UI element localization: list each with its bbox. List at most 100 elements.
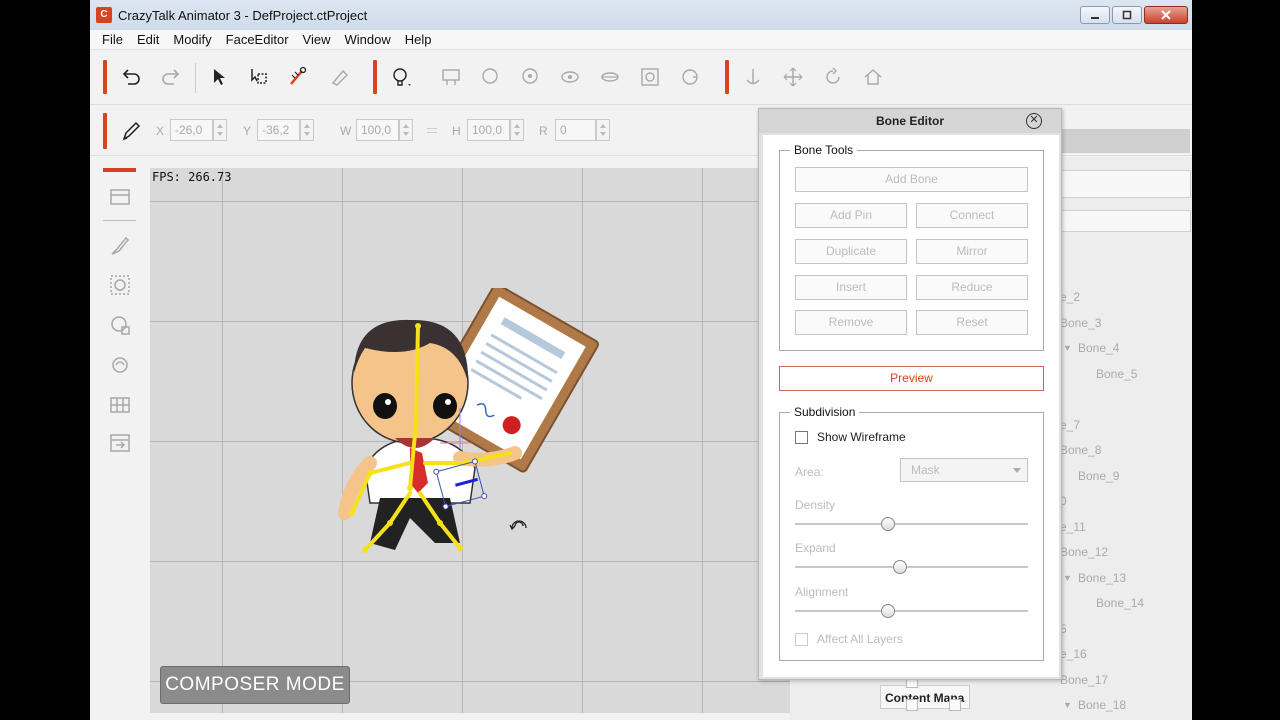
character-illustration[interactable] (310, 288, 610, 568)
brush-icon[interactable] (108, 234, 132, 258)
move-icon[interactable] (780, 64, 806, 90)
undo-icon[interactable] (118, 64, 144, 90)
r-spinner[interactable] (596, 119, 610, 141)
bone-tree-item[interactable]: Bone_8 (1060, 443, 1101, 457)
fps-counter: FPS: 266.73 (152, 170, 232, 184)
left-tool-rail (90, 157, 150, 720)
duplicate-button[interactable]: Duplicate (795, 239, 907, 264)
head-icon[interactable] (477, 64, 503, 90)
pen-icon[interactable] (118, 118, 144, 144)
transform-tool-icon[interactable] (246, 64, 272, 90)
w-field[interactable]: 100,0 (356, 119, 399, 141)
mouth-icon[interactable] (597, 64, 623, 90)
alignment-slider[interactable] (795, 610, 1028, 612)
tree-expand-icon[interactable]: ▼ (1063, 573, 1072, 583)
menu-face-editor[interactable]: FaceEditor (226, 32, 289, 47)
rotate-head-icon[interactable] (677, 64, 703, 90)
link-icon[interactable] (427, 128, 437, 133)
motion-icon[interactable] (108, 353, 132, 377)
face-key-icon[interactable] (108, 313, 132, 337)
bone-tree-item[interactable]: Bone_4 (1078, 341, 1119, 355)
app-window: C CrazyTalk Animator 3 - DefProject.ctPr… (90, 0, 1192, 720)
tree-expand-icon[interactable]: ▼ (1063, 700, 1072, 710)
bone-tree-item[interactable]: e_16 (1060, 647, 1087, 661)
close-icon[interactable]: ✕ (1026, 113, 1042, 129)
reset-button[interactable]: Reset (916, 310, 1028, 335)
select-arrow-icon[interactable] (207, 64, 233, 90)
connect-button[interactable]: Connect (916, 203, 1028, 228)
rail-divider (103, 220, 136, 221)
expand-slider-thumb[interactable] (892, 560, 907, 574)
add-pin-button[interactable]: Add Pin (795, 203, 907, 228)
grid-icon[interactable] (108, 393, 132, 417)
menu-modify[interactable]: Modify (173, 32, 211, 47)
menu-edit[interactable]: Edit (137, 32, 159, 47)
alignment-slider-thumb[interactable] (881, 604, 896, 618)
bone-tree-item[interactable]: Bone_18 (1078, 698, 1126, 712)
bone-tree-item[interactable]: Bone_3 (1060, 316, 1101, 330)
affect-all-layers-checkbox[interactable] (795, 633, 808, 646)
menu-window[interactable]: Window (344, 32, 390, 47)
r-field[interactable]: 0 (555, 119, 596, 141)
show-wireframe-checkbox[interactable] (795, 431, 808, 444)
remove-button[interactable]: Remove (795, 310, 907, 335)
bone-tree-item[interactable]: Bone_9 (1078, 469, 1119, 483)
menu-help[interactable]: Help (405, 32, 432, 47)
app-logo-icon: C (96, 7, 112, 23)
y-spinner[interactable] (300, 119, 314, 141)
y-field[interactable]: -36,2 (257, 119, 300, 141)
mesh-icon[interactable] (108, 273, 132, 297)
menu-bar: File Edit Modify FaceEditor View Window … (90, 30, 1192, 50)
mirror-button[interactable]: Mirror (916, 239, 1028, 264)
tree-checkbox[interactable] (906, 699, 918, 711)
face-puppet-icon[interactable] (517, 64, 543, 90)
bone-tree-item[interactable]: e_7 (1060, 418, 1080, 432)
add-bone-button[interactable]: Add Bone (795, 167, 1028, 192)
bone-tree-item[interactable]: e_2 (1060, 290, 1080, 304)
w-spinner[interactable] (399, 119, 413, 141)
home-icon[interactable] (860, 64, 886, 90)
panel-icon[interactable] (108, 185, 132, 209)
eraser-icon[interactable] (326, 64, 352, 90)
x-label: X (156, 124, 165, 138)
menu-file[interactable]: File (102, 32, 123, 47)
reduce-button[interactable]: Reduce (916, 275, 1028, 300)
face-settings-icon[interactable] (637, 64, 663, 90)
tree-expand-icon[interactable]: ▼ (1063, 343, 1072, 353)
x-field[interactable]: -26,0 (170, 119, 213, 141)
density-slider[interactable] (795, 523, 1028, 525)
expand-slider[interactable] (795, 566, 1028, 568)
rotate-icon[interactable] (820, 64, 846, 90)
bone-tree-item[interactable]: Bone_14 (1096, 596, 1144, 610)
bone-editor-body: Bone Tools Add Bone Add Pin Connect Dupl… (763, 135, 1059, 677)
tree-checkbox[interactable] (949, 699, 961, 711)
area-select[interactable]: Mask (900, 458, 1028, 482)
maximize-button[interactable] (1112, 6, 1142, 24)
density-slider-thumb[interactable] (881, 517, 896, 531)
close-button[interactable] (1144, 6, 1188, 24)
minimize-icon (1091, 17, 1099, 19)
x-spinner[interactable] (213, 119, 227, 141)
bulb-icon[interactable] (388, 64, 414, 90)
bone-tree-item[interactable]: Bone_5 (1096, 367, 1137, 381)
eye-icon[interactable] (557, 64, 583, 90)
redo-icon[interactable] (158, 64, 184, 90)
h-field[interactable]: 100,0 (467, 119, 510, 141)
h-label: H (452, 124, 461, 138)
export-icon[interactable] (108, 431, 132, 455)
bone-tree-item[interactable]: Bone_12 (1060, 545, 1108, 559)
menu-view[interactable]: View (303, 32, 331, 47)
bone-tool-icon[interactable] (285, 64, 311, 90)
stage-viewport[interactable]: FPS: 266.73 COMPOSER MODE (150, 168, 790, 713)
sprite-icon[interactable] (438, 64, 464, 90)
window-controls (1080, 6, 1188, 24)
y-label: Y (243, 124, 252, 138)
bone-tree-item[interactable]: e_11 (1060, 520, 1086, 534)
minimize-button[interactable] (1080, 6, 1110, 24)
bone-tree-item[interactable]: Bone_13 (1078, 571, 1126, 585)
anchor-icon[interactable] (740, 64, 766, 90)
bone-tree-item[interactable]: Bone_17 (1060, 673, 1108, 687)
preview-button[interactable]: Preview (779, 366, 1044, 391)
insert-button[interactable]: Insert (795, 275, 907, 300)
h-spinner[interactable] (510, 119, 524, 141)
